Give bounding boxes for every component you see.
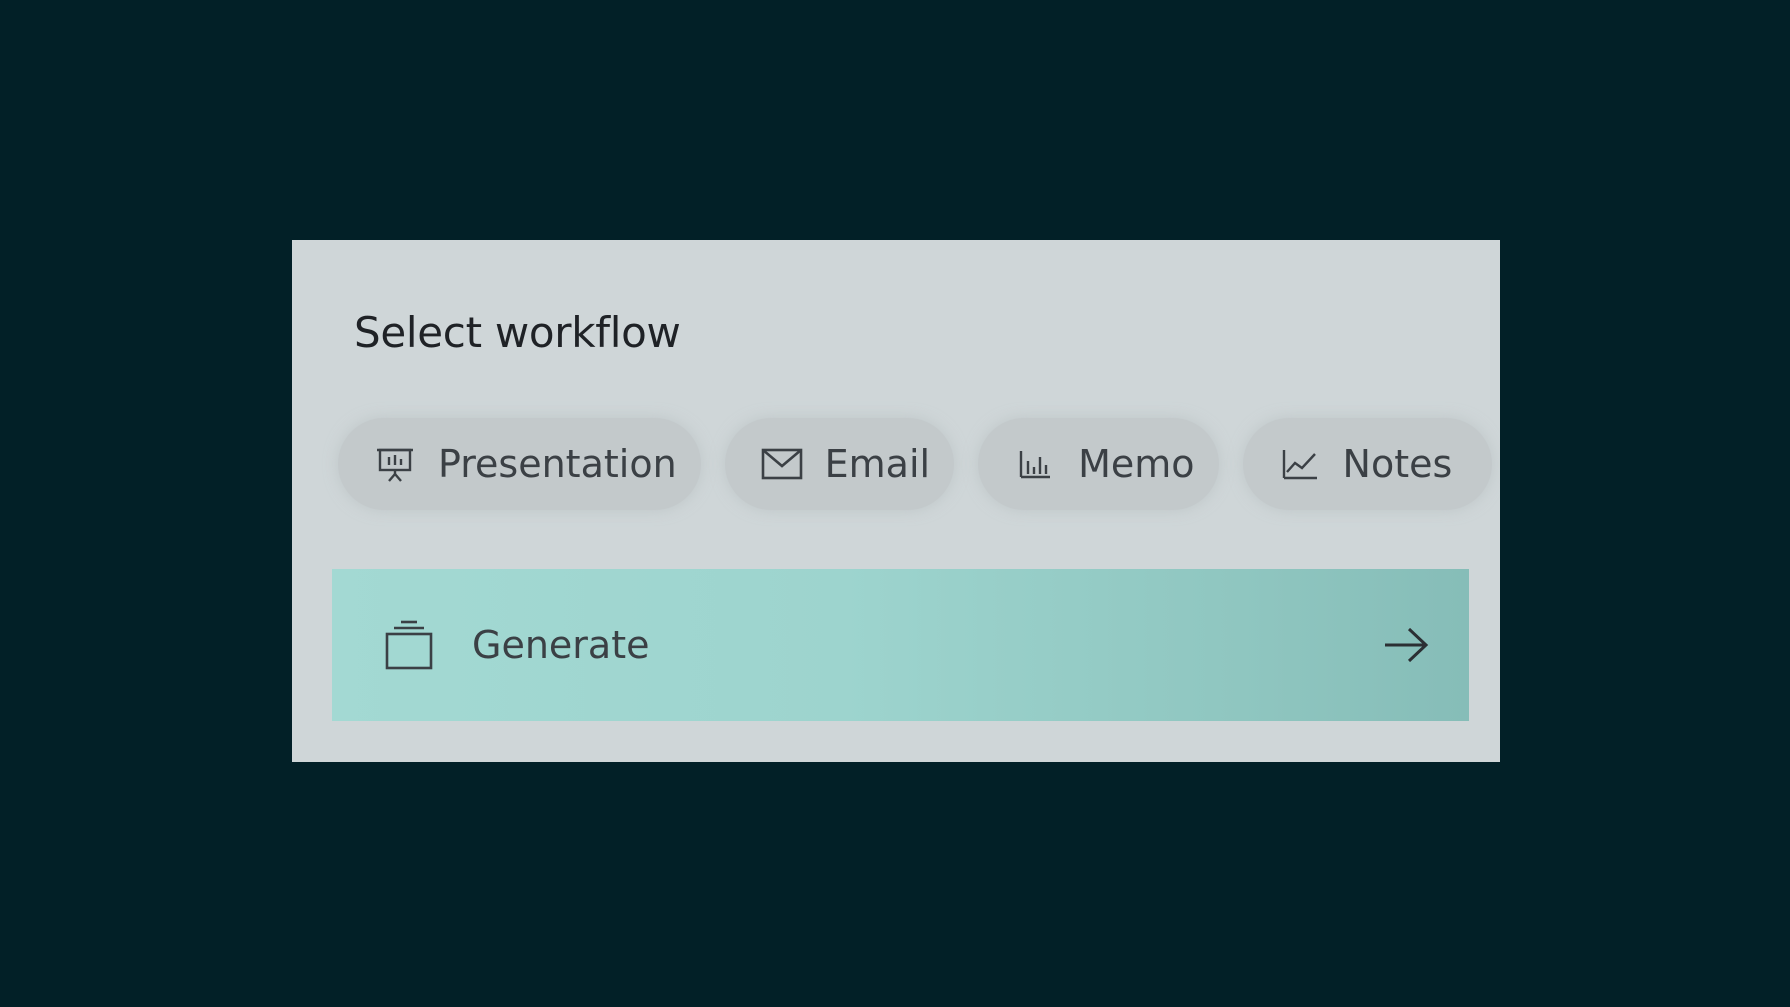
workflow-chip-notes[interactable]: Notes	[1242, 418, 1493, 510]
stack-icon	[382, 618, 436, 672]
workflow-chip-presentation[interactable]: Presentation	[338, 418, 701, 510]
workflow-chip-list: Presentation Email Memo Notes	[338, 418, 1493, 510]
card-title: Select workflow	[354, 308, 681, 357]
workflow-chip-label: Notes	[1342, 442, 1453, 486]
generate-label: Generate	[472, 623, 650, 667]
generate-button[interactable]: Generate	[332, 569, 1469, 721]
arrow-right-icon	[1381, 620, 1431, 670]
stage: Select workflow Presentation Email Memo …	[0, 0, 1790, 1007]
presentation-icon	[374, 443, 416, 485]
envelope-icon	[761, 443, 803, 485]
workflow-chip-label: Email	[824, 442, 931, 486]
workflow-chip-email[interactable]: Email	[724, 418, 955, 510]
workflow-card: Select workflow Presentation Email Memo …	[292, 240, 1500, 762]
workflow-chip-memo[interactable]: Memo	[978, 418, 1219, 510]
workflow-chip-label: Memo	[1078, 442, 1195, 486]
workflow-chip-label: Presentation	[438, 442, 677, 486]
bar-chart-icon	[1014, 443, 1056, 485]
line-chart-icon	[1279, 443, 1321, 485]
